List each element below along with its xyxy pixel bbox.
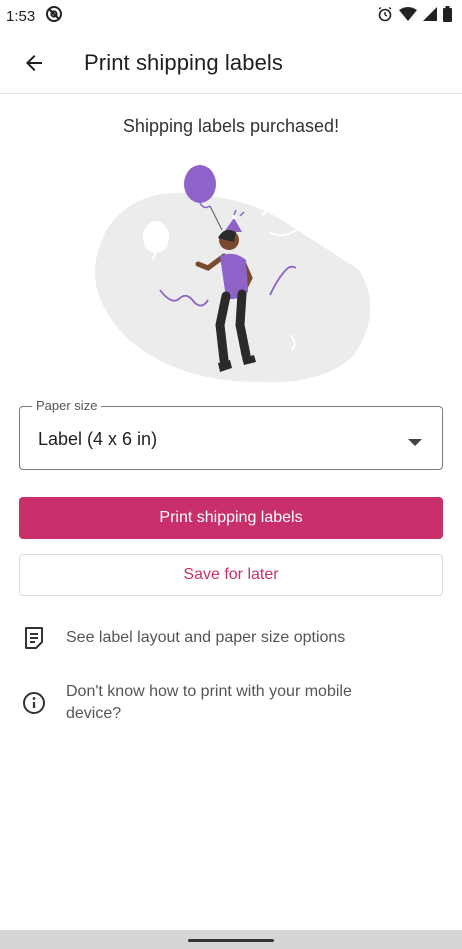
status-time: 1:53 (6, 7, 36, 25)
status-bar: 1:53 (0, 0, 462, 32)
back-button[interactable] (6, 35, 62, 91)
paper-size-dropdown[interactable]: Paper size Label (4 x 6 in) (19, 398, 443, 470)
print-help-row[interactable]: Don't know how to print with your mobile… (0, 681, 462, 725)
dropdown-arrow-icon (408, 434, 422, 452)
page-title: Print shipping labels (84, 49, 283, 75)
battery-icon (443, 6, 452, 26)
print-shipping-labels-button[interactable]: Print shipping labels (19, 497, 443, 539)
label-layout-options-row[interactable]: See label layout and paper size options (0, 624, 462, 652)
signal-icon (423, 7, 437, 25)
screen: 1:53 Print shipping labels Shipping labe… (0, 0, 462, 949)
celebration-illustration (84, 160, 384, 385)
navigation-bar (0, 930, 462, 949)
status-right (377, 6, 452, 26)
status-left: 1:53 (6, 5, 63, 27)
label-layout-options-text: See label layout and paper size options (66, 629, 346, 646)
paper-size-label: Paper size (32, 398, 102, 413)
print-help-text: Don't know how to print with your mobile… (66, 683, 352, 722)
success-message: Shipping labels purchased! (122, 116, 340, 136)
alarm-icon (377, 6, 393, 26)
paper-size-value: Label (4 x 6 in) (38, 429, 158, 449)
document-icon (20, 624, 48, 652)
wifi-icon (399, 7, 417, 25)
at-sign-icon (45, 5, 63, 27)
home-gesture-handle[interactable] (188, 939, 274, 942)
app-bar: Print shipping labels (0, 32, 462, 94)
save-for-later-button[interactable]: Save for later (19, 554, 443, 596)
info-icon (20, 689, 48, 717)
back-arrow-icon (26, 54, 42, 71)
